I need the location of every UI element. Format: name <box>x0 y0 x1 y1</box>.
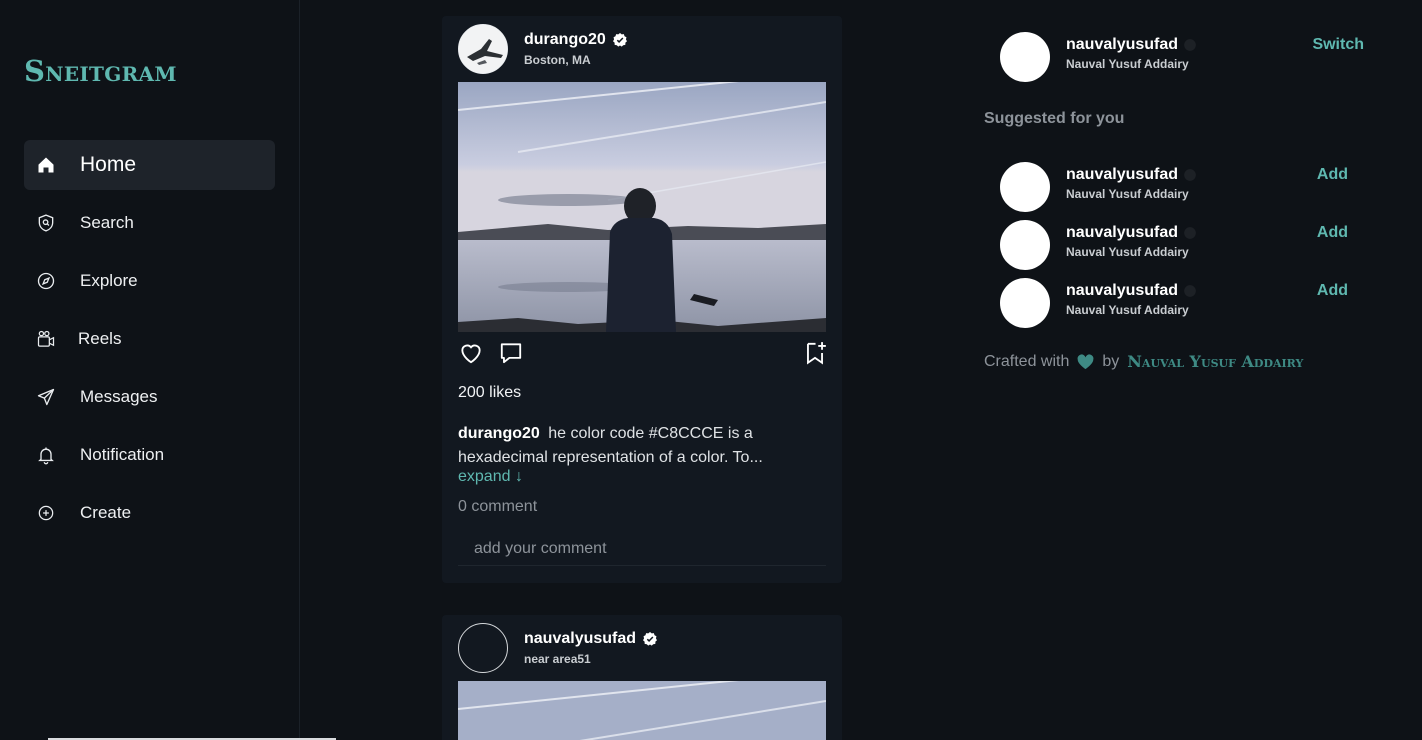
nav-label: Home <box>80 153 137 176</box>
search-icon <box>36 213 56 233</box>
avatar[interactable] <box>458 24 508 74</box>
post-username[interactable]: durango20 <box>524 31 606 49</box>
verified-badge-icon <box>1184 285 1196 297</box>
suggestion-item: nauvalyusufad Nauval Yusuf Addairy Add <box>1000 220 1384 270</box>
avatar[interactable] <box>1000 220 1050 270</box>
post-username[interactable]: nauvalyusufad <box>524 630 636 648</box>
add-button[interactable]: Add <box>1317 282 1348 300</box>
compass-icon <box>36 271 56 291</box>
sidebar: Sneitgram Home Search Explore Reels Mess… <box>0 0 300 740</box>
post-card: durango20 Boston, MA 200 likes durango20… <box>442 16 842 583</box>
reels-icon <box>36 329 56 349</box>
avatar[interactable] <box>1000 278 1050 328</box>
brand-logo[interactable]: Sneitgram <box>24 54 177 88</box>
credit-author-link[interactable]: Nauval Yusuf Addairy <box>1127 352 1303 371</box>
footer-credit: Crafted with by Nauval Yusuf Addairy <box>984 352 1303 371</box>
verified-badge-icon <box>612 33 627 47</box>
nav-item-explore[interactable]: Explore <box>24 256 275 306</box>
credit-prefix: Crafted with <box>984 352 1070 370</box>
suggestion-item: nauvalyusufad Nauval Yusuf Addairy Add <box>1000 162 1384 212</box>
caption-username[interactable]: durango20 <box>458 425 540 442</box>
post-actions <box>458 340 826 366</box>
user-row: nauvalyusufad <box>524 630 658 648</box>
heart-icon <box>1077 353 1094 369</box>
post-location: near area51 <box>524 652 591 666</box>
main-nav: Home Search Explore Reels Messages Notif… <box>24 140 275 546</box>
verified-badge-icon <box>643 632 658 646</box>
nav-item-home[interactable]: Home <box>24 140 275 190</box>
nav-item-messages[interactable]: Messages <box>24 372 275 422</box>
comments-count[interactable]: 0 comment <box>458 498 537 516</box>
post-image[interactable] <box>458 82 826 332</box>
nav-label: Notification <box>80 445 165 464</box>
save-button[interactable] <box>802 340 828 366</box>
nav-label: Search <box>80 213 134 232</box>
username-text: nauvalyusufad <box>1066 36 1179 53</box>
suggested-heading: Suggested for you <box>984 110 1125 127</box>
username-text: nauvalyusufad <box>1066 166 1179 183</box>
suggestion-fullname: Nauval Yusuf Addairy <box>1066 303 1189 317</box>
post-location: Boston, MA <box>524 53 591 67</box>
avatar[interactable] <box>1000 162 1050 212</box>
username-text: nauvalyusufad <box>1066 282 1179 299</box>
comment-input[interactable] <box>458 532 826 566</box>
nav-label: Messages <box>80 387 158 406</box>
nav-item-create[interactable]: Create <box>24 488 275 538</box>
nav-label: Create <box>80 503 132 522</box>
suggestion-fullname: Nauval Yusuf Addairy <box>1066 245 1189 259</box>
add-button[interactable]: Add <box>1317 166 1348 184</box>
bell-icon <box>36 445 56 465</box>
bookmark-add-icon <box>807 342 826 365</box>
plus-circle-icon <box>36 503 56 523</box>
expand-caption-link[interactable]: expand ↓ <box>458 468 523 486</box>
send-icon <box>36 387 56 407</box>
suggestion-item: nauvalyusufad Nauval Yusuf Addairy Add <box>1000 278 1384 328</box>
avatar[interactable] <box>1000 32 1050 82</box>
home-icon <box>36 155 56 175</box>
post-meta: durango20 Boston, MA <box>524 31 628 67</box>
post-header: nauvalyusufad near area51 <box>458 623 658 673</box>
comment-button[interactable] <box>498 340 524 366</box>
suggestion-username[interactable]: nauvalyusufad <box>1066 282 1197 300</box>
likes-count: 200 likes <box>458 384 522 401</box>
nav-label: Explore <box>80 271 138 290</box>
username-text: nauvalyusufad <box>1066 224 1179 241</box>
current-user-card: nauvalyusufad Nauval Yusuf Addairy Switc… <box>1000 32 1384 82</box>
post-meta: nauvalyusufad near area51 <box>524 630 658 666</box>
heart-icon <box>461 344 481 364</box>
avatar[interactable] <box>458 623 508 673</box>
nav-item-search[interactable]: Search <box>24 198 275 248</box>
post-caption: durango20 he color code #C8CCCE is a hex… <box>458 422 826 470</box>
credit-by: by <box>1102 352 1120 370</box>
user-row: durango20 <box>524 31 628 49</box>
verified-badge-icon <box>1184 227 1196 239</box>
comment-icon <box>500 343 522 364</box>
nav-item-reels[interactable]: Reels <box>24 314 275 364</box>
suggestion-fullname: Nauval Yusuf Addairy <box>1066 187 1189 201</box>
post-card: nauvalyusufad near area51 <box>442 615 842 740</box>
verified-badge-icon <box>1184 169 1196 181</box>
post-image[interactable] <box>458 681 826 740</box>
current-fullname: Nauval Yusuf Addairy <box>1066 57 1189 71</box>
nav-item-notification[interactable]: Notification <box>24 430 275 480</box>
switch-button[interactable]: Switch <box>1312 36 1364 54</box>
add-button[interactable]: Add <box>1317 224 1348 242</box>
suggestion-username[interactable]: nauvalyusufad <box>1066 166 1197 184</box>
suggestion-username[interactable]: nauvalyusufad <box>1066 224 1197 242</box>
current-username[interactable]: nauvalyusufad <box>1066 36 1197 54</box>
verified-badge-icon <box>1184 39 1196 51</box>
like-button[interactable] <box>458 340 484 366</box>
post-header: durango20 Boston, MA <box>458 24 628 74</box>
nav-label: Reels <box>78 329 122 348</box>
